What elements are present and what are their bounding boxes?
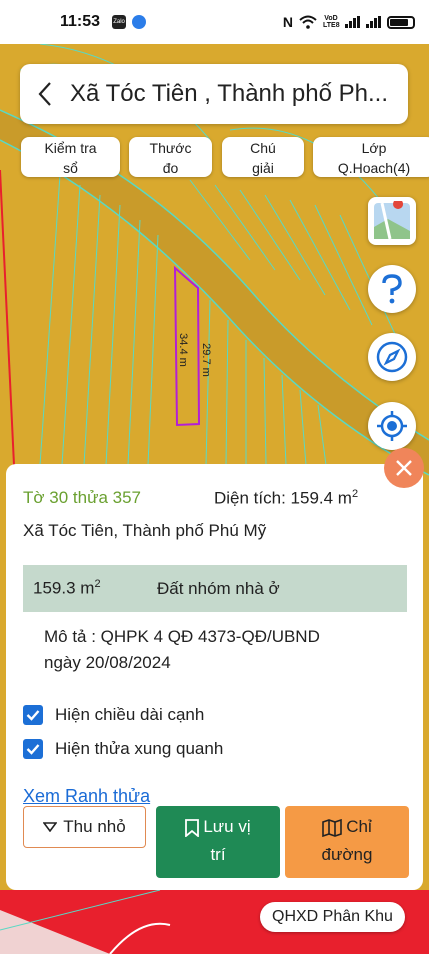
planning-layer-button[interactable]: Lớp Q.Hoach(4) — [313, 137, 429, 177]
ruler-button[interactable]: Thước đo — [129, 137, 212, 177]
show-neighbors-checkbox[interactable] — [23, 739, 43, 759]
locate-icon — [377, 411, 407, 441]
battery-icon — [387, 15, 415, 29]
parcel-area: Diện tích: 159.4 m2 — [214, 488, 359, 508]
bookmark-icon — [185, 818, 200, 837]
zalo-app-icon: Zalo — [112, 15, 127, 29]
check-book-button[interactable]: Kiểm tra sổ — [21, 137, 120, 177]
signal-icon-2 — [366, 16, 381, 28]
wifi-icon — [299, 15, 317, 29]
help-icon — [382, 274, 402, 304]
zone-label[interactable]: QHXD Phân Khu — [260, 902, 405, 932]
land-use-row: 159.3 m2 Đất nhóm nhà ở — [23, 565, 407, 612]
map-type-button[interactable] — [368, 197, 416, 245]
land-use-type: Đất nhóm nhà ở — [157, 578, 280, 598]
planning-description: Mô tả : QHPK 4 QĐ 4373-QĐ/UBND ngày 20/08… — [44, 627, 320, 672]
my-location-button[interactable] — [368, 402, 416, 450]
collapse-button[interactable]: Thu nhỏ — [23, 806, 146, 848]
nfc-icon: N — [282, 14, 293, 30]
network-type-label: VoD LTE8 — [323, 15, 340, 29]
check-icon — [26, 710, 40, 721]
compass-button[interactable] — [368, 333, 416, 381]
parcel-info-panel: Tờ 30 thửa 357 Diện tích: 159.4 m2 Xã Tó… — [6, 464, 423, 890]
check-icon — [26, 744, 40, 755]
legend-button[interactable]: Chú giải — [222, 137, 304, 177]
map-layers-icon — [374, 201, 410, 240]
show-neighbors-option[interactable]: Hiện thửa xung quanh — [23, 739, 223, 759]
back-button[interactable] — [20, 64, 70, 124]
save-location-button[interactable]: Lưu vị trí — [156, 806, 280, 878]
edge-length-right: 29.7 m — [200, 343, 212, 377]
help-button[interactable] — [368, 265, 416, 313]
status-bar: 11:53 Zalo N VoD LTE8 — [0, 0, 429, 44]
edge-length-left: 34.4 m — [177, 333, 189, 367]
status-time: 11:53 — [60, 13, 101, 30]
location-title[interactable]: Xã Tóc Tiên , Thành phố Ph... — [70, 80, 402, 108]
close-icon — [396, 460, 412, 476]
parcel-id: Tờ 30 thửa 357 — [23, 488, 141, 507]
back-arrow-icon — [38, 82, 51, 106]
triangle-down-icon — [43, 822, 58, 832]
map-icon — [322, 818, 343, 837]
signal-icon — [345, 16, 360, 28]
compass-icon — [376, 341, 408, 373]
view-boundary-link[interactable]: Xem Ranh thửa — [23, 786, 150, 807]
notification-app-icon — [132, 15, 147, 29]
parcel-address: Xã Tóc Tiên, Thành phố Phú Mỹ — [23, 521, 267, 540]
show-edge-lengths-option[interactable]: Hiện chiều dài cạnh — [23, 705, 204, 725]
land-use-area: 159.3 m2 — [33, 578, 101, 598]
close-panel-button[interactable] — [384, 448, 424, 488]
show-edge-lengths-checkbox[interactable] — [23, 705, 43, 725]
search-bar[interactable]: Xã Tóc Tiên , Thành phố Ph... — [20, 64, 408, 124]
directions-button[interactable]: Chỉ đường — [285, 806, 409, 878]
